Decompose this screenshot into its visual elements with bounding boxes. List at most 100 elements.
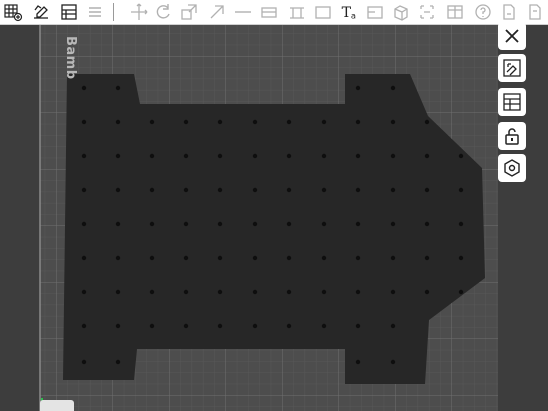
mounting-hole bbox=[115, 359, 121, 365]
mounting-hole bbox=[458, 187, 464, 193]
mounting-hole bbox=[355, 221, 361, 227]
mounting-hole bbox=[115, 289, 121, 295]
export-icon[interactable] bbox=[498, 1, 520, 23]
mounting-hole bbox=[81, 119, 87, 125]
mounting-hole bbox=[424, 289, 430, 295]
mounting-hole bbox=[81, 289, 87, 295]
mounting-hole bbox=[424, 221, 430, 227]
mounting-hole bbox=[355, 153, 361, 159]
assembly-icon[interactable] bbox=[312, 1, 334, 23]
mounting-hole bbox=[252, 255, 258, 261]
move-icon[interactable] bbox=[128, 1, 150, 23]
mounting-hole bbox=[355, 323, 361, 329]
mounting-hole bbox=[390, 359, 396, 365]
cut-icon[interactable] bbox=[206, 1, 228, 23]
arrange-grid-icon[interactable] bbox=[2, 1, 24, 23]
mounting-hole bbox=[390, 221, 396, 227]
mounting-hole bbox=[355, 359, 361, 365]
layout-icon bbox=[503, 93, 521, 111]
split-view-icon[interactable] bbox=[58, 1, 80, 23]
measure-icon[interactable] bbox=[364, 1, 386, 23]
mounting-hole bbox=[217, 221, 223, 227]
mounting-hole bbox=[149, 255, 155, 261]
mounting-hole bbox=[149, 187, 155, 193]
mounting-hole bbox=[115, 221, 121, 227]
mounting-hole bbox=[149, 221, 155, 227]
mounting-hole bbox=[355, 289, 361, 295]
mounting-hole bbox=[321, 187, 327, 193]
help-icon[interactable] bbox=[472, 1, 494, 23]
auto-orient-icon bbox=[503, 59, 521, 77]
mounting-hole bbox=[458, 153, 464, 159]
mesh-icon[interactable] bbox=[444, 1, 466, 23]
mounting-hole bbox=[355, 255, 361, 261]
mounting-hole bbox=[217, 323, 223, 329]
mounting-hole bbox=[183, 289, 189, 295]
mounting-hole bbox=[355, 119, 361, 125]
mounting-hole bbox=[81, 323, 87, 329]
mounting-hole bbox=[424, 153, 430, 159]
mounting-hole bbox=[115, 255, 121, 261]
support-icon[interactable] bbox=[286, 1, 308, 23]
boolean-icon[interactable] bbox=[390, 1, 412, 23]
mounting-hole bbox=[286, 187, 292, 193]
layers-menu-icon[interactable] bbox=[84, 1, 106, 23]
mounting-hole bbox=[286, 323, 292, 329]
mounting-hole bbox=[424, 255, 430, 261]
mounting-hole bbox=[390, 119, 396, 125]
mounting-hole bbox=[252, 119, 258, 125]
scale-icon[interactable] bbox=[178, 1, 200, 23]
mounting-hole bbox=[390, 187, 396, 193]
mounting-hole bbox=[252, 187, 258, 193]
mounting-hole bbox=[321, 221, 327, 227]
corner-tab[interactable] bbox=[40, 400, 74, 411]
settings-button[interactable] bbox=[498, 154, 526, 182]
mounting-hole bbox=[286, 119, 292, 125]
mounting-hole bbox=[286, 153, 292, 159]
mounting-hole bbox=[183, 323, 189, 329]
text-tool-icon[interactable]: Ta bbox=[338, 1, 362, 23]
mounting-hole bbox=[149, 119, 155, 125]
mounting-hole bbox=[217, 187, 223, 193]
mounting-hole bbox=[149, 153, 155, 159]
mounting-hole bbox=[390, 85, 396, 91]
rotate-icon[interactable] bbox=[152, 1, 174, 23]
mounting-hole bbox=[81, 187, 87, 193]
paint-icon[interactable] bbox=[232, 1, 254, 23]
plate-canvas bbox=[0, 25, 548, 411]
mounting-hole bbox=[286, 221, 292, 227]
mounting-hole bbox=[458, 255, 464, 261]
mounting-hole bbox=[252, 323, 258, 329]
more-icon[interactable] bbox=[524, 1, 546, 23]
mounting-hole bbox=[390, 255, 396, 261]
mounting-hole bbox=[321, 119, 327, 125]
auto-orient-button[interactable] bbox=[498, 54, 526, 82]
seam-icon[interactable] bbox=[258, 1, 280, 23]
close-button[interactable] bbox=[498, 22, 526, 50]
bed-label: Bamb bbox=[63, 36, 78, 80]
side-panel bbox=[496, 22, 530, 224]
mounting-hole bbox=[217, 153, 223, 159]
mounting-hole bbox=[115, 85, 121, 91]
mounting-hole bbox=[458, 289, 464, 295]
settings-hex-icon bbox=[504, 159, 520, 177]
mounting-hole bbox=[217, 119, 223, 125]
unlock-button[interactable] bbox=[498, 122, 526, 150]
mounting-hole bbox=[217, 289, 223, 295]
svg-text:a: a bbox=[351, 11, 356, 21]
mounting-hole bbox=[81, 359, 87, 365]
mounting-hole bbox=[81, 221, 87, 227]
place-on-face-icon[interactable] bbox=[30, 1, 52, 23]
build-plate-viewport[interactable] bbox=[0, 25, 548, 411]
layout-button[interactable] bbox=[498, 88, 526, 116]
mounting-hole bbox=[355, 85, 361, 91]
mounting-hole bbox=[183, 255, 189, 261]
mounting-hole bbox=[252, 289, 258, 295]
emboss-icon[interactable] bbox=[416, 1, 438, 23]
mounting-hole bbox=[217, 255, 223, 261]
mounting-hole bbox=[183, 221, 189, 227]
mounting-hole bbox=[149, 289, 155, 295]
mounting-hole bbox=[286, 255, 292, 261]
mounting-hole bbox=[458, 221, 464, 227]
top-toolbar: Ta bbox=[0, 0, 548, 25]
